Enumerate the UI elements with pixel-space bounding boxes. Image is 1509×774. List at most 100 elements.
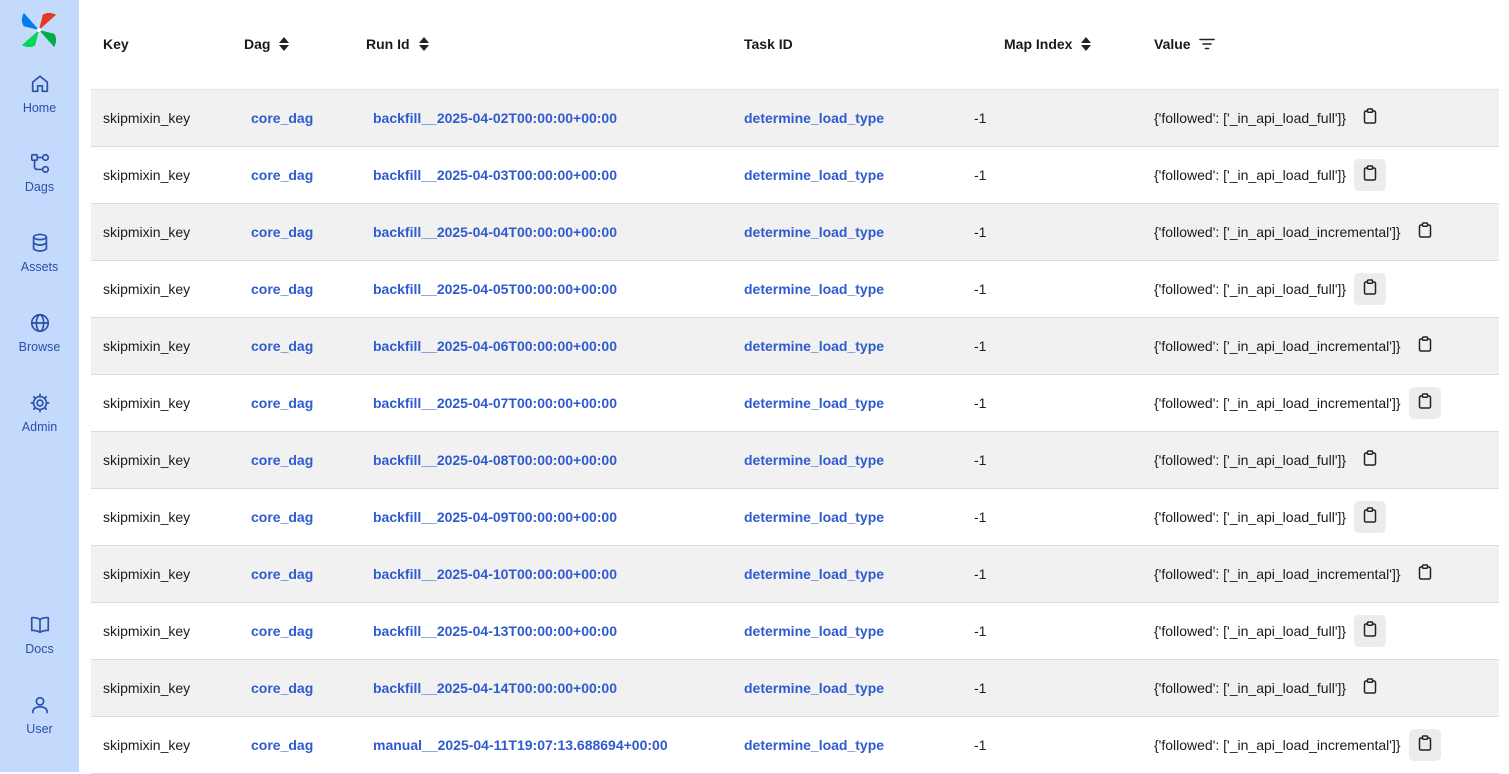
task-id-link[interactable]: determine_load_type	[744, 452, 884, 468]
copy-button[interactable]	[1354, 158, 1387, 191]
dag-link[interactable]: core_dag	[251, 281, 313, 297]
cell-dag: core_dag	[227, 488, 349, 546]
nav-browse[interactable]: Browse	[0, 312, 79, 372]
task-id-link[interactable]: determine_load_type	[744, 395, 884, 411]
copy-button[interactable]	[1408, 728, 1441, 761]
nav-browse-label: Browse	[18, 340, 61, 354]
sort-icon[interactable]	[418, 36, 430, 52]
task-id-link[interactable]: determine_load_type	[744, 509, 884, 525]
nav-dags[interactable]: Dags	[0, 152, 79, 212]
task-id-link[interactable]: determine_load_type	[744, 110, 884, 126]
nav-home[interactable]: Home	[0, 73, 79, 133]
value-text: {'followed': ['_in_api_load_full']}	[1154, 508, 1347, 525]
copy-button[interactable]	[1354, 500, 1387, 533]
value-text: {'followed': ['_in_api_load_full']}	[1154, 679, 1347, 696]
run-id-link[interactable]: backfill__2025-04-02T00:00:00+00:00	[373, 110, 617, 126]
run-id-link[interactable]: backfill__2025-04-03T00:00:00+00:00	[373, 167, 617, 183]
nav-user[interactable]: User	[0, 694, 79, 754]
cell-task-id: determine_load_type	[744, 716, 987, 774]
cell-map-index: -1	[974, 545, 1154, 603]
copy-button[interactable]	[1408, 386, 1441, 419]
sort-icon[interactable]	[1080, 36, 1092, 52]
value-text: {'followed': ['_in_api_load_incremental'…	[1154, 223, 1401, 240]
task-id-link[interactable]: determine_load_type	[744, 566, 884, 582]
task-id-link[interactable]: determine_load_type	[744, 737, 884, 753]
table-row: skipmixin_key core_dag backfill__2025-04-0…	[91, 203, 1499, 261]
cell-task-id: determine_load_type	[744, 260, 987, 318]
cell-dag: core_dag	[227, 545, 349, 603]
task-id-link[interactable]: determine_load_type	[744, 680, 884, 696]
run-id-link[interactable]: backfill__2025-04-07T00:00:00+00:00	[373, 395, 617, 411]
dag-link[interactable]: core_dag	[251, 680, 313, 696]
run-id-link[interactable]: manual__2025-04-11T19:07:13.688694+00:00	[373, 737, 668, 753]
dag-link[interactable]: core_dag	[251, 509, 313, 525]
copy-button[interactable]	[1354, 272, 1387, 305]
dag-link[interactable]: core_dag	[251, 623, 313, 639]
cell-dag: core_dag	[227, 203, 349, 261]
map-index-text: -1	[974, 337, 987, 354]
cell-dag: core_dag	[227, 602, 349, 660]
cell-value: {'followed': ['_in_api_load_full']}	[1154, 146, 1499, 204]
dags-icon	[29, 152, 51, 174]
cell-dag: core_dag	[227, 716, 349, 774]
cell-dag: core_dag	[227, 659, 349, 717]
dag-link[interactable]: core_dag	[251, 167, 313, 183]
task-id-link[interactable]: determine_load_type	[744, 224, 884, 240]
book-icon	[29, 614, 51, 636]
task-id-link[interactable]: determine_load_type	[744, 338, 884, 354]
dag-link[interactable]: core_dag	[251, 110, 313, 126]
cell-map-index: -1	[974, 659, 1154, 717]
dag-link[interactable]: core_dag	[251, 395, 313, 411]
column-header-map-index[interactable]: Map Index	[987, 0, 1154, 90]
nav-docs[interactable]: Docs	[0, 614, 79, 674]
run-id-link[interactable]: backfill__2025-04-05T00:00:00+00:00	[373, 281, 617, 297]
run-id-link[interactable]: backfill__2025-04-08T00:00:00+00:00	[373, 452, 617, 468]
airflow-logo[interactable]	[20, 11, 58, 49]
nav-assets[interactable]: Assets	[0, 232, 79, 292]
run-id-link[interactable]: backfill__2025-04-06T00:00:00+00:00	[373, 338, 617, 354]
run-id-link[interactable]: backfill__2025-04-13T00:00:00+00:00	[373, 623, 617, 639]
dag-link[interactable]: core_dag	[251, 566, 313, 582]
value-text: {'followed': ['_in_api_load_incremental'…	[1154, 736, 1401, 753]
copy-button[interactable]	[1354, 444, 1386, 476]
run-id-link[interactable]: backfill__2025-04-04T00:00:00+00:00	[373, 224, 617, 240]
key-text: skipmixin_key	[103, 394, 191, 411]
value-text: {'followed': ['_in_api_load_full']}	[1154, 280, 1347, 297]
dag-link[interactable]: core_dag	[251, 224, 313, 240]
cell-run-id: backfill__2025-04-09T00:00:00+00:00	[349, 488, 744, 546]
dag-link[interactable]: core_dag	[251, 452, 313, 468]
copy-button[interactable]	[1354, 102, 1386, 134]
task-id-link[interactable]: determine_load_type	[744, 281, 884, 297]
clipboard-icon	[1363, 279, 1377, 298]
dag-link[interactable]: core_dag	[251, 338, 313, 354]
value-text: {'followed': ['_in_api_load_incremental'…	[1154, 565, 1401, 582]
nav-home-label: Home	[22, 101, 57, 115]
run-id-link[interactable]: backfill__2025-04-14T00:00:00+00:00	[373, 680, 617, 696]
sort-icon[interactable]	[278, 36, 290, 52]
run-id-link[interactable]: backfill__2025-04-09T00:00:00+00:00	[373, 509, 617, 525]
key-text: skipmixin_key	[103, 565, 191, 582]
value-text: {'followed': ['_in_api_load_full']}	[1154, 451, 1347, 468]
cell-map-index: -1	[974, 374, 1154, 432]
nav-admin[interactable]: Admin	[0, 392, 79, 452]
run-id-link[interactable]: backfill__2025-04-10T00:00:00+00:00	[373, 566, 617, 582]
copy-button[interactable]	[1354, 672, 1386, 704]
copy-button[interactable]	[1409, 558, 1441, 590]
cell-run-id: backfill__2025-04-13T00:00:00+00:00	[349, 602, 744, 660]
cell-key: skipmixin_key	[91, 659, 227, 717]
cell-dag: core_dag	[227, 260, 349, 318]
copy-button[interactable]	[1409, 216, 1441, 248]
dag-link[interactable]: core_dag	[251, 737, 313, 753]
filter-icon[interactable]	[1198, 38, 1215, 50]
task-id-link[interactable]: determine_load_type	[744, 623, 884, 639]
column-header-run-id[interactable]: Run Id	[349, 0, 744, 90]
column-header-dag[interactable]: Dag	[227, 0, 349, 90]
map-index-text: -1	[974, 451, 987, 468]
cell-key: skipmixin_key	[91, 203, 227, 261]
map-index-text: -1	[974, 166, 987, 183]
task-id-link[interactable]: determine_load_type	[744, 167, 884, 183]
cell-key: skipmixin_key	[91, 374, 227, 432]
copy-button[interactable]	[1354, 614, 1387, 647]
cell-key: skipmixin_key	[91, 89, 227, 147]
copy-button[interactable]	[1409, 330, 1441, 362]
